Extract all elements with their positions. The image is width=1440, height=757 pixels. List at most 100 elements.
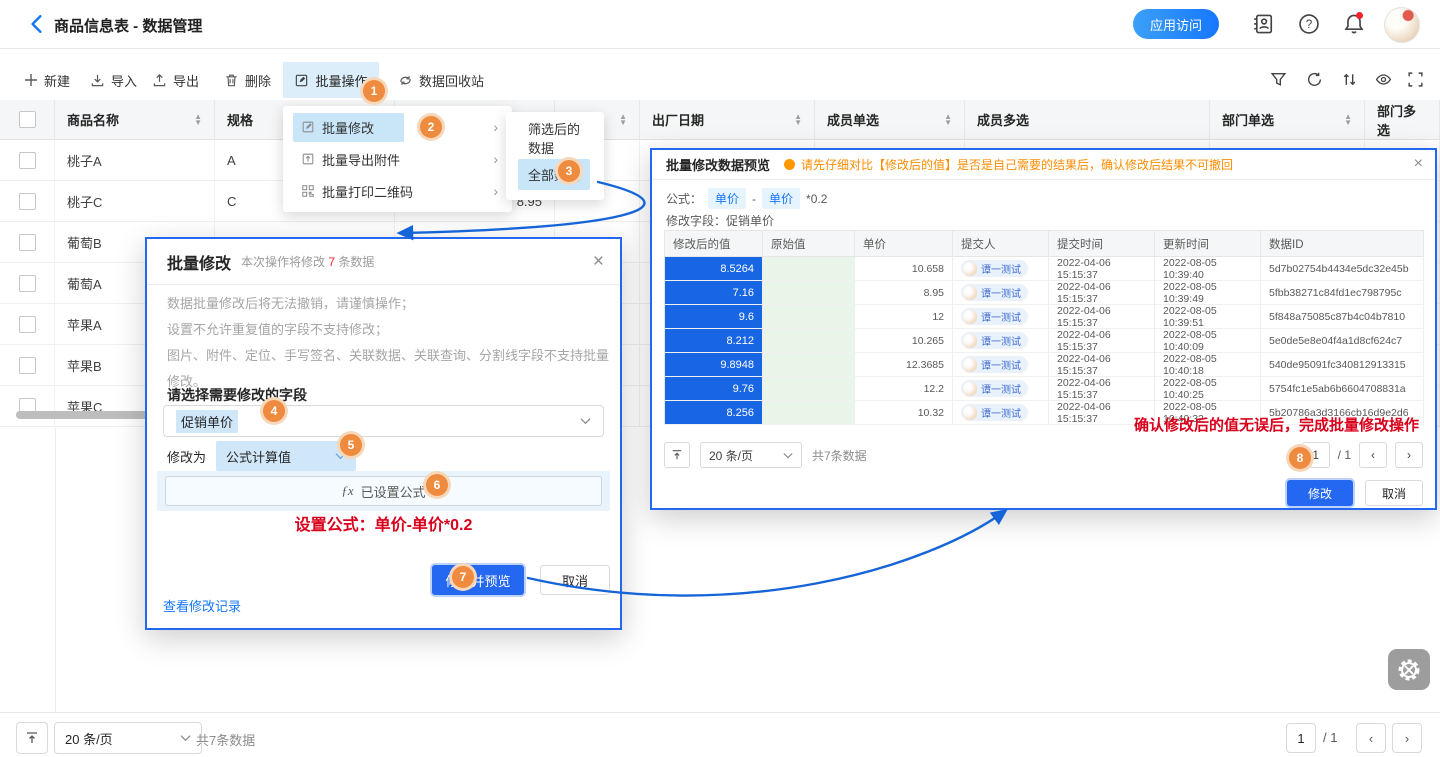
sort-icon[interactable]: ▲▼ bbox=[1344, 114, 1352, 126]
close-icon[interactable]: × bbox=[593, 251, 604, 273]
pv-col-submitter: 提交人 bbox=[953, 231, 1049, 257]
settings-fab[interactable] bbox=[1388, 649, 1430, 690]
field-select-value: 促销单价 bbox=[176, 410, 238, 433]
menu-item-export-attachments[interactable]: 批量导出附件 › bbox=[283, 143, 512, 175]
col-header-dept-single[interactable]: 部门单选▲▼ bbox=[1210, 100, 1365, 140]
pv-price: 10.265 bbox=[855, 329, 953, 353]
menu-item-print-qrcode[interactable]: 批量打印二维码 › bbox=[283, 175, 512, 207]
table-row-cell bbox=[0, 222, 55, 263]
col-header-member-single[interactable]: 成员单选▲▼ bbox=[815, 100, 965, 140]
next-page-button[interactable]: › bbox=[1392, 723, 1422, 753]
row-height-button[interactable] bbox=[16, 722, 48, 754]
pv-submitter: 谭一测试 bbox=[953, 329, 1049, 353]
user-chip[interactable]: 谭一测试 bbox=[961, 404, 1028, 421]
preview-next-page-button[interactable]: › bbox=[1395, 442, 1423, 468]
sort-icon[interactable]: ▲▼ bbox=[194, 114, 202, 126]
row-checkbox[interactable] bbox=[19, 152, 36, 169]
visibility-icon[interactable] bbox=[1375, 71, 1392, 88]
pv-update-time: 2022-08-05 10:40:18 bbox=[1155, 353, 1261, 377]
modify-and-preview-button[interactable]: 修改并预览 bbox=[432, 565, 524, 595]
preview-header: 批量修改数据预览 请先仔细对比【修改后的值】是否是自己需要的结果后，确认修改后结… bbox=[652, 150, 1435, 180]
new-button[interactable]: 新建 bbox=[24, 60, 70, 100]
row-checkbox[interactable] bbox=[19, 357, 36, 374]
preview-page-size-select[interactable]: 20 条/页 bbox=[700, 442, 802, 468]
sort-icon[interactable]: ▲▼ bbox=[619, 114, 627, 126]
dialog-header: 批量修改 本次操作将修改 7 条数据 × bbox=[147, 239, 620, 285]
modify-as-select[interactable]: 公式计算值 bbox=[216, 441, 356, 471]
user-chip[interactable]: 谭一测试 bbox=[961, 284, 1028, 301]
import-button[interactable]: 导入 bbox=[90, 60, 137, 100]
sort-icon[interactable]: ▲▼ bbox=[944, 114, 952, 126]
select-all-checkbox[interactable] bbox=[19, 111, 36, 128]
back-icon[interactable] bbox=[28, 14, 46, 34]
filter-icon[interactable] bbox=[1270, 71, 1287, 88]
field-select[interactable]: 促销单价 bbox=[163, 405, 604, 437]
pv-submit-time: 2022-04-06 15:15:37 bbox=[1049, 377, 1155, 401]
page-size-select[interactable]: 20 条/页 bbox=[54, 722, 202, 754]
batch-modify-submenu: 筛选后的数据 全部数据 bbox=[506, 112, 604, 200]
pv-col-data-id: 数据ID bbox=[1261, 231, 1424, 257]
col-header-dept-multi[interactable]: 部门多选 bbox=[1365, 100, 1440, 140]
user-chip[interactable]: 谭一测试 bbox=[961, 356, 1028, 373]
page-input[interactable]: 1 bbox=[1286, 723, 1316, 753]
step-badge-7: 7 bbox=[452, 566, 474, 588]
menu-item-batch-modify[interactable]: 批量修改 › bbox=[283, 111, 512, 143]
delete-button[interactable]: 删除 bbox=[224, 60, 271, 100]
avatar bbox=[963, 262, 977, 276]
user-chip[interactable]: 谭一测试 bbox=[961, 308, 1028, 325]
sort-icon[interactable]: ▲▼ bbox=[794, 114, 802, 126]
user-chip[interactable]: 谭一测试 bbox=[961, 260, 1028, 277]
modify-history-link[interactable]: 查看修改记录 bbox=[163, 596, 241, 615]
avatar bbox=[963, 358, 977, 372]
app-access-button[interactable]: 应用访问 bbox=[1133, 9, 1219, 39]
plus-icon bbox=[24, 73, 38, 87]
export-button[interactable]: 导出 bbox=[152, 60, 199, 100]
modify-as-label: 修改为 bbox=[167, 447, 206, 466]
user-avatar[interactable] bbox=[1384, 7, 1420, 43]
cancel-button[interactable]: 取消 bbox=[1365, 480, 1423, 506]
new-label: 新建 bbox=[44, 71, 70, 90]
scroll-top-icon bbox=[25, 731, 39, 745]
preview-pager: 1 / 1 ‹ › bbox=[1302, 442, 1423, 468]
step-badge-1: 1 bbox=[363, 80, 385, 102]
pv-original bbox=[763, 281, 855, 305]
refresh-icon[interactable] bbox=[1306, 71, 1323, 88]
help-icon[interactable]: ? bbox=[1298, 13, 1320, 35]
submenu-item-filtered-data[interactable]: 筛选后的数据 bbox=[506, 120, 604, 156]
step-badge-5: 5 bbox=[340, 434, 362, 456]
recycle-bin-button[interactable]: 数据回收站 bbox=[398, 60, 484, 100]
submenu-item-all-data[interactable]: 全部数据 bbox=[506, 156, 604, 192]
step-badge-3: 3 bbox=[558, 160, 580, 182]
user-chip[interactable]: 谭一测试 bbox=[961, 332, 1028, 349]
preview-prev-page-button[interactable]: ‹ bbox=[1359, 442, 1387, 468]
col-header-member-multi[interactable]: 成员多选 bbox=[965, 100, 1210, 140]
address-book-icon[interactable] bbox=[1252, 13, 1274, 35]
step-badge-8: 8 bbox=[1289, 447, 1311, 469]
row-checkbox[interactable] bbox=[19, 275, 36, 292]
step-badge-2: 2 bbox=[420, 116, 442, 138]
sort-icon[interactable] bbox=[1341, 71, 1358, 88]
batch-operation-label: 批量操作 bbox=[315, 71, 367, 90]
pv-price: 10.658 bbox=[855, 257, 953, 281]
formula-set-button[interactable]: ƒx 已设置公式 bbox=[165, 476, 602, 506]
row-checkbox[interactable] bbox=[19, 316, 36, 333]
row-checkbox[interactable] bbox=[19, 193, 36, 210]
col-header-date[interactable]: 出厂日期▲▼ bbox=[640, 100, 815, 140]
prev-page-button[interactable]: ‹ bbox=[1356, 723, 1386, 753]
user-chip[interactable]: 谭一测试 bbox=[961, 380, 1028, 397]
table-row-cell bbox=[0, 386, 55, 427]
modify-button[interactable]: 修改 bbox=[1287, 480, 1353, 506]
total-count: 共7条数据 bbox=[196, 730, 255, 749]
warning-dot-icon bbox=[784, 159, 795, 170]
step-badge-4: 4 bbox=[263, 400, 285, 422]
avatar bbox=[963, 382, 977, 396]
chevron-down-icon bbox=[783, 452, 793, 459]
preview-warning: 请先仔细对比【修改后的值】是否是自己需要的结果后，确认修改后结果不可撤回 bbox=[784, 156, 1233, 173]
row-checkbox[interactable] bbox=[19, 234, 36, 251]
close-icon[interactable]: × bbox=[1414, 155, 1423, 173]
cancel-button[interactable]: 取消 bbox=[540, 565, 610, 595]
fullscreen-icon[interactable] bbox=[1407, 71, 1424, 88]
row-height-button[interactable] bbox=[664, 442, 690, 468]
preview-total-count: 共7条数据 bbox=[812, 447, 867, 464]
col-header-product[interactable]: 商品名称▲▼ bbox=[55, 100, 215, 140]
